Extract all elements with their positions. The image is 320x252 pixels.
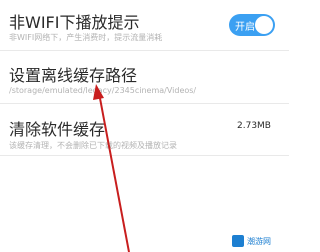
watermark-logo-icon [232,235,244,247]
arrow-shaft [98,92,130,252]
watermark: 潮游网 [232,235,271,247]
watermark-text: 潮游网 [247,236,271,246]
arrow-up-icon [93,84,130,252]
arrow-head [93,84,104,100]
